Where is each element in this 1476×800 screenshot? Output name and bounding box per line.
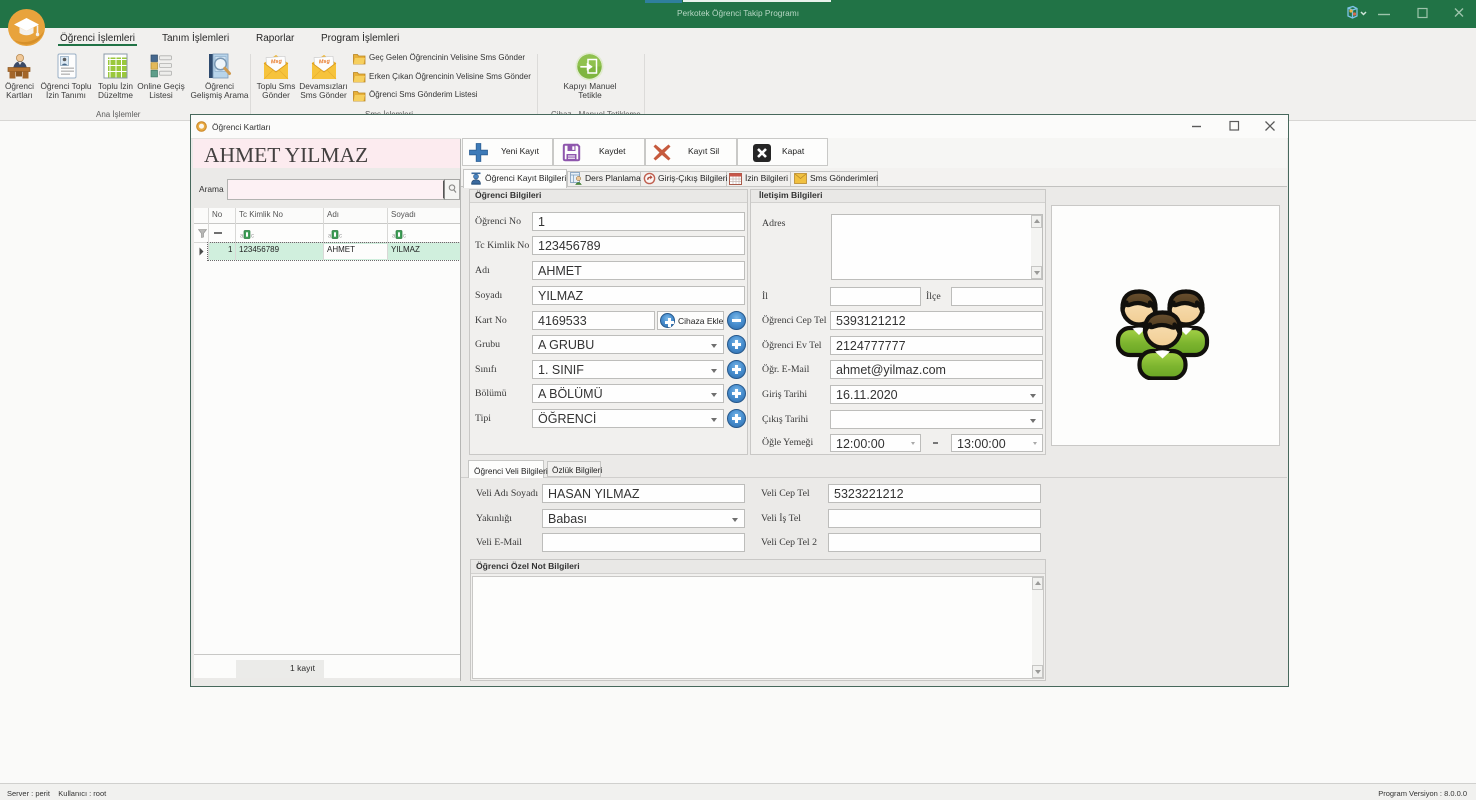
svg-text:c: c — [339, 233, 342, 239]
svg-text:Msg: Msg — [271, 59, 283, 66]
svg-text:a: a — [328, 233, 332, 239]
svg-text:a: a — [240, 233, 244, 239]
svg-text:c: c — [403, 233, 406, 239]
svg-text:a: a — [392, 233, 396, 239]
svg-text:c: c — [251, 233, 254, 239]
svg-text:Msg: Msg — [319, 59, 331, 66]
